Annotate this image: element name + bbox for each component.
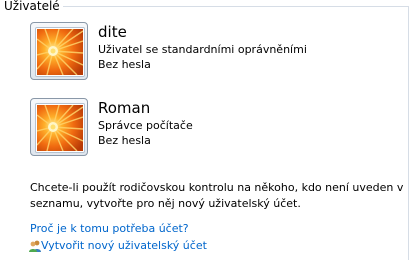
user-account-type: Správce počítače — [98, 119, 193, 132]
user-entry-dite[interactable]: dite Uživatel se standardními oprávněním… — [30, 22, 370, 82]
users-icon — [28, 238, 42, 252]
group-frame-right — [408, 6, 409, 260]
user-password-status: Bez hesla — [98, 58, 151, 71]
why-account-needed-link[interactable]: Proč je k tomu potřeba účet? — [30, 222, 189, 236]
user-entry-roman[interactable]: Roman Správce počítače Bez hesla — [30, 98, 370, 158]
group-label: Uživatelé — [4, 0, 63, 13]
user-name[interactable]: dite — [98, 23, 127, 41]
flower-picture-icon — [36, 28, 84, 76]
user-picture-frame[interactable] — [30, 22, 88, 80]
user-name[interactable]: Roman — [98, 99, 150, 117]
user-account-type: Uživatel se standardními oprávněními — [98, 43, 307, 56]
flower-picture-icon — [36, 104, 84, 152]
group-frame-top — [60, 6, 409, 7]
users-group: Uživatelé dite Uživatel se standardními … — [0, 0, 419, 260]
create-new-account-link[interactable]: Vytvořit nový uživatelský účet — [41, 239, 207, 253]
user-picture-frame[interactable] — [30, 98, 88, 156]
user-password-status: Bez hesla — [98, 134, 151, 147]
parental-control-info-text: Chcete-li použít rodičovskou kontrolu na… — [30, 181, 404, 210]
